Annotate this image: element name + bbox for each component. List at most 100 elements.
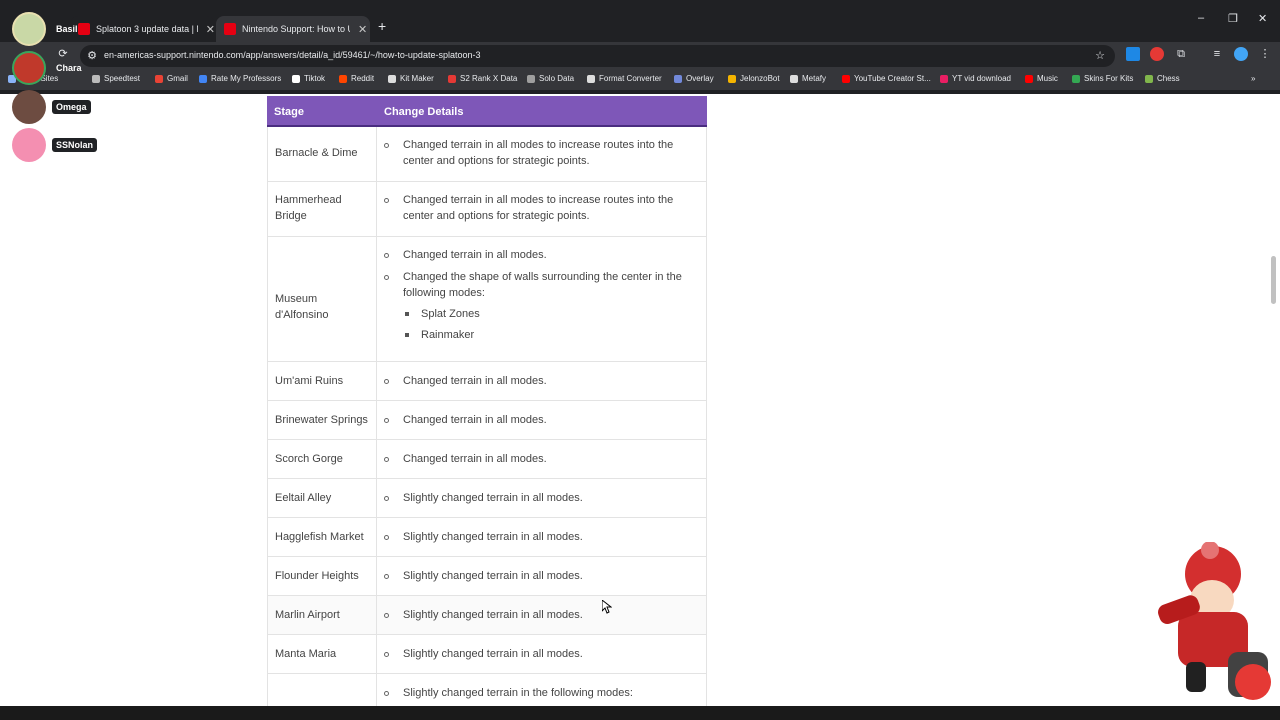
bookmark-label: Music	[1037, 74, 1058, 83]
bookmark-item[interactable]: Skins For Kits	[1072, 74, 1133, 83]
bookmark-item[interactable]: Overlay	[674, 74, 714, 83]
change-detail-text: Slightly changed terrain in the followin…	[403, 687, 633, 699]
bookmark-item[interactable]: Rate My Professors	[199, 74, 281, 83]
profile-icon[interactable]	[1234, 47, 1248, 61]
bookmark-item[interactable]: Speedtest	[92, 74, 140, 83]
bookmark-item[interactable]: Kit Maker	[388, 74, 434, 83]
menu-kebab-icon[interactable]: ⋮	[1258, 47, 1272, 61]
bookmark-label: Tiktok	[304, 74, 326, 83]
site-info-icon[interactable]: ⚙	[85, 49, 99, 63]
bookmark-label: Gmail	[167, 74, 188, 83]
bookmark-favicon-icon	[155, 74, 163, 83]
details-cell: Changed terrain in all modes.	[377, 401, 707, 439]
bookmark-favicon-icon	[1145, 74, 1153, 83]
close-window-icon[interactable]: ✕	[1258, 12, 1267, 25]
tab-nintendo-support[interactable]: Nintendo Support: How to Upd ✕	[216, 16, 370, 42]
bookmark-item[interactable]: Solo Data	[527, 74, 574, 83]
bookmark-favicon-icon	[448, 74, 456, 83]
username: Chara	[56, 63, 82, 73]
bookmark-item[interactable]: Tiktok	[292, 74, 325, 83]
square-bullet-icon	[405, 333, 409, 337]
extension-icon[interactable]	[1126, 47, 1140, 61]
details-cell: Changed terrain in all modes.	[377, 440, 707, 478]
change-detail-text: Changed terrain in all modes.	[403, 453, 547, 465]
page-scrollbar[interactable]	[1271, 256, 1276, 304]
bookmark-label: Rate My Professors	[211, 74, 282, 83]
media-controls-icon[interactable]: ≡	[1210, 47, 1224, 61]
minimize-icon[interactable]: –	[1198, 12, 1204, 24]
bookmark-favicon-icon	[388, 74, 396, 83]
address-bar[interactable]: ⚙ en-americas-support.nintendo.com/app/a…	[80, 45, 1115, 67]
username: Omega	[52, 100, 91, 114]
bookmark-label: Chess	[1157, 74, 1180, 83]
avatar	[12, 128, 46, 162]
tab-splatoon-update-data[interactable]: Splatoon 3 update data | Ninte ✕	[70, 16, 215, 42]
stage-name: Museum d'Alfonsino	[275, 293, 329, 321]
avatar	[12, 51, 46, 85]
bookmark-favicon-icon	[92, 74, 100, 83]
maximize-icon[interactable]: ❐	[1228, 12, 1238, 25]
mouse-cursor-icon	[602, 600, 612, 614]
bookmark-item[interactable]: Chess	[1145, 74, 1180, 83]
circle-bullet-icon	[384, 253, 389, 258]
circle-bullet-icon	[384, 198, 389, 203]
url-text[interactable]: en-americas-support.nintendo.com/app/ans…	[104, 50, 480, 60]
bookmark-label: S2 Rank X Data	[460, 74, 518, 83]
extension-icon[interactable]	[1150, 47, 1164, 61]
circle-bullet-icon	[384, 143, 389, 148]
stage-cell: Scorch Gorge	[267, 440, 377, 478]
bookmark-item[interactable]: YT vid download	[940, 74, 1011, 83]
stage-cell: Barnacle & Dime	[267, 127, 377, 181]
square-bullet-icon	[405, 312, 409, 316]
details-cell: Changed terrain in all modes to increase…	[377, 182, 707, 236]
bookmark-favicon-icon	[842, 74, 850, 83]
stage-cell: Museum d'Alfonsino	[267, 237, 377, 361]
details-cell: Changed terrain in all modes. Changed the…	[377, 237, 707, 361]
bookmark-label: Speedtest	[104, 74, 141, 83]
new-tab-button[interactable]: +	[378, 18, 386, 34]
table-header: Stage Change Details	[267, 96, 707, 127]
circle-bullet-icon	[384, 652, 389, 657]
circle-bullet-icon	[384, 496, 389, 501]
more-bookmarks-icon[interactable]: »	[1251, 74, 1255, 83]
bookmark-label: YT vid download	[952, 74, 1011, 83]
stage-cell: Manta Maria	[267, 635, 377, 673]
circle-bullet-icon	[384, 691, 389, 696]
avatar	[12, 12, 46, 46]
circle-bullet-icon	[384, 457, 389, 462]
bookmarks-bar: Docs/SitesSpeedtestGmailRate My Professo…	[0, 70, 1280, 90]
bookmark-item[interactable]: Metafy	[790, 74, 826, 83]
stage-name: Flounder Heights	[275, 570, 359, 582]
bookmark-label: Format Converter	[599, 74, 662, 83]
close-tab-icon[interactable]: ✕	[206, 23, 215, 36]
bookmark-item[interactable]: S2 Rank X Data	[448, 74, 517, 83]
table-row: Hammerhead Bridge Changed terrain in all …	[267, 182, 707, 237]
circle-bullet-icon	[384, 613, 389, 618]
bookmark-item[interactable]: JelonzoBot	[728, 74, 780, 83]
table-row: Eeltail Alley Slightly changed terrain in…	[267, 479, 707, 518]
bookmark-favicon-icon	[292, 74, 300, 83]
bookmark-label: Metafy	[802, 74, 827, 83]
bookmark-favicon-icon	[790, 74, 798, 83]
username: SSNolan	[52, 138, 98, 152]
bookmark-item[interactable]: Music	[1025, 74, 1058, 83]
bookmark-favicon-icon	[674, 74, 682, 83]
browser-chrome: Splatoon 3 update data | Ninte ✕ Nintend…	[0, 0, 1280, 94]
close-tab-icon[interactable]: ✕	[358, 23, 367, 36]
table-row: Manta Maria Slightly changed terrain in a…	[267, 635, 707, 674]
bookmark-item[interactable]: Gmail	[155, 74, 188, 83]
details-cell: Changed terrain in all modes.	[377, 362, 707, 400]
change-detail-text: Changed terrain in all modes to increase…	[403, 139, 674, 167]
extensions-puzzle-icon[interactable]: ⧉	[1174, 47, 1188, 61]
bookmark-label: Skins For Kits	[1084, 74, 1134, 83]
change-detail-text: Slightly changed terrain in all modes.	[403, 492, 583, 504]
bookmark-item[interactable]: Format Converter	[587, 74, 662, 83]
bookmark-item[interactable]: YouTube Creator St...	[842, 74, 931, 83]
circle-bullet-icon	[384, 275, 389, 280]
bookmark-item[interactable]: Reddit	[339, 74, 374, 83]
change-detail-text: Slightly changed terrain in all modes.	[403, 648, 583, 660]
stage-name: Marlin Airport	[275, 609, 340, 621]
mode-name: Rainmaker	[421, 329, 475, 341]
bookmark-star-icon[interactable]: ☆	[1093, 49, 1107, 63]
bookmark-favicon-icon	[1025, 74, 1033, 83]
